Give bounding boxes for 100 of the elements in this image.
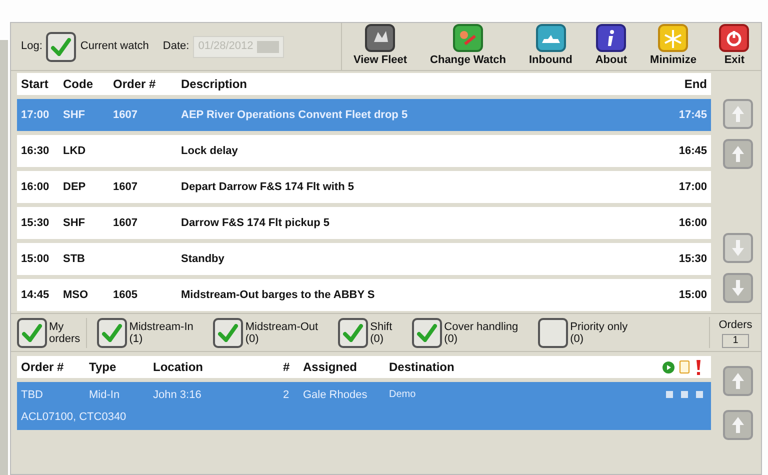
table-cell-text: 1607 <box>113 216 138 231</box>
flag-square-icon <box>696 391 703 398</box>
scroll-up-button[interactable] <box>723 139 753 169</box>
table-cell-text: Depart Darrow F&S 174 Flt with 5 <box>181 180 355 195</box>
column-header: Order # <box>113 76 157 93</box>
checkbox[interactable] <box>97 318 128 348</box>
table-cell-text: John 3:16 <box>153 388 202 402</box>
filter-label: Cover handling <box>444 320 518 332</box>
exclamation-icon <box>696 360 701 374</box>
fleet-icon <box>365 24 396 52</box>
checkmark-icon <box>22 324 42 342</box>
filter-label: Priority only <box>570 320 628 332</box>
calendar-icon <box>257 40 280 52</box>
checkbox[interactable] <box>213 318 244 348</box>
inbound-icon <box>536 24 566 52</box>
table-cell-text: 15:30 <box>21 216 50 231</box>
log-row[interactable]: 15:00 STB Standby 15:30 <box>17 243 711 275</box>
table-cell-text: 16:00 <box>678 216 707 231</box>
table-cell-text: 2 <box>283 388 290 402</box>
up-arrow-icon <box>731 372 745 390</box>
table-cell-text: 15:00 <box>21 252 50 267</box>
play-icon <box>662 360 675 374</box>
scroll-up-button[interactable] <box>723 366 753 396</box>
table-cell-text: SHF <box>63 108 86 123</box>
filter-count: orders <box>49 332 80 344</box>
up-arrow-icon <box>731 145 745 163</box>
column-header: # <box>283 359 291 376</box>
toolbar-button[interactable]: Minimize <box>650 24 696 69</box>
filter-label: My <box>49 320 65 332</box>
column-header: End <box>683 76 707 93</box>
table-cell-text: 14:45 <box>21 288 50 303</box>
table-cell-text: Mid-In <box>89 388 121 402</box>
table-cell-text: DEP <box>63 180 87 195</box>
exit-icon <box>719 24 750 52</box>
checkbox[interactable] <box>46 32 76 62</box>
clipboard-icon <box>679 360 690 374</box>
table-cell-text: 1605 <box>113 288 138 303</box>
scroll-up-button[interactable] <box>723 99 753 129</box>
scroll-up-button[interactable] <box>723 410 753 440</box>
table-cell-text: LKD <box>63 144 87 159</box>
column-header: Order # <box>21 359 65 376</box>
table-cell-text: TBD <box>21 388 44 402</box>
log-label: Log: <box>21 39 42 54</box>
table-cell-text: 1607 <box>113 108 138 123</box>
about-icon <box>596 24 626 52</box>
filter-count: (0) <box>370 332 385 344</box>
up-arrow-icon <box>731 105 745 123</box>
column-header: Location <box>153 359 204 376</box>
table-cell-text: Standby <box>181 252 226 267</box>
down-arrow-icon <box>731 279 745 297</box>
toolbar-button[interactable]: View Fleet <box>353 24 408 69</box>
log-row[interactable]: 16:30 LKD Lock delay 16:45 <box>17 135 711 167</box>
table-cell-text: STB <box>63 252 86 267</box>
date-label: Date: <box>162 39 190 54</box>
log-row[interactable]: 14:45 MSO 1605 Midstream-Out barges to the ABBY S 15:00 <box>17 279 711 311</box>
scroll-down-button[interactable] <box>723 273 753 303</box>
column-header: Description <box>181 76 248 93</box>
toolbar-button[interactable]: About <box>595 24 628 69</box>
table-cell-text: AEP River Operations Convent Fleet drop 5 <box>181 108 409 123</box>
column-header: Code <box>63 76 94 93</box>
checkmark-icon <box>343 324 364 342</box>
toolbar-button[interactable]: Change Watch <box>430 24 506 69</box>
toolbar-button[interactable]: Exit <box>719 24 750 69</box>
checkbox[interactable] <box>17 318 47 348</box>
checkbox[interactable] <box>338 318 368 348</box>
table-cell-text: 15:30 <box>678 252 707 267</box>
checkmark-icon <box>51 38 72 56</box>
filter-count: (0) <box>245 332 260 344</box>
filter-label: Midstream-Out <box>245 320 318 332</box>
checkbox[interactable] <box>412 318 442 348</box>
filter-label: Midstream-In <box>129 320 194 332</box>
table-cell-text: Demo <box>389 388 417 402</box>
table-cell-text: 16:45 <box>678 144 707 159</box>
column-header: Assigned <box>303 359 358 376</box>
minimize-icon <box>658 24 688 52</box>
table-cell-text: 17:00 <box>21 108 50 123</box>
table-cell-text: Gale Rhodes <box>303 388 368 402</box>
filter-count: (1) <box>129 332 144 344</box>
log-row[interactable]: 16:00 DEP 1607 Depart Darrow F&S 174 Flt with 5 17:00 <box>17 171 711 203</box>
log-row[interactable]: 15:30 SHF 1607 Darrow F&S 174 Flt pickup 5 16:00 <box>17 207 711 239</box>
filter-count: (0) <box>444 332 459 344</box>
checkbox[interactable] <box>538 318 568 348</box>
table-cell-text: MSO <box>63 288 90 303</box>
filter-label: Shift <box>370 320 392 332</box>
orders-count: 1 <box>722 334 750 348</box>
table-cell-text: 16:30 <box>21 144 50 159</box>
table-cell-text: 15:00 <box>678 288 707 303</box>
watch-icon <box>453 24 484 52</box>
column-header: Start <box>21 76 50 93</box>
table-cell-text: 17:00 <box>678 180 707 195</box>
flag-square-icon <box>666 391 673 398</box>
down-arrow-icon <box>731 239 745 257</box>
table-cell-text: 16:00 <box>21 180 50 195</box>
table-cell-text: 1607 <box>113 180 138 195</box>
table-cell-text: Midstream-Out barges to the ABBY S <box>181 288 376 303</box>
checkmark-icon <box>218 324 238 342</box>
up-arrow-icon <box>731 416 745 434</box>
toolbar-button[interactable]: Inbound <box>528 24 572 69</box>
scroll-down-button[interactable] <box>723 233 753 263</box>
column-header: Destination <box>389 359 456 376</box>
